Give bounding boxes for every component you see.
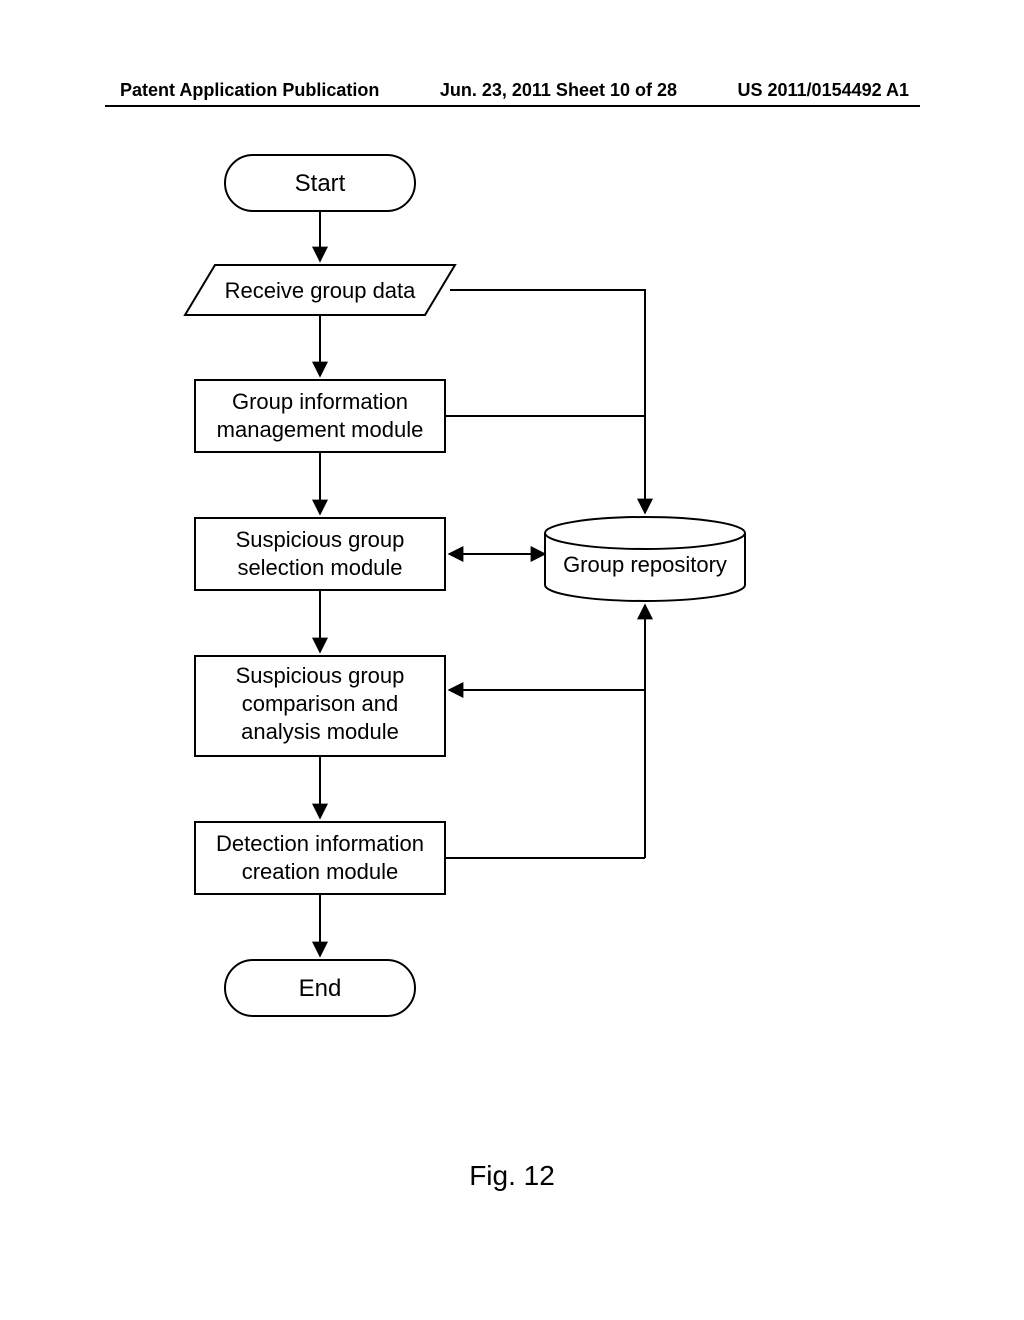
start-terminator: Start bbox=[225, 155, 415, 211]
sgca-line1: Suspicious group bbox=[236, 663, 405, 688]
receive-data-io: Receive group data bbox=[185, 265, 455, 315]
header-center: Jun. 23, 2011 Sheet 10 of 28 bbox=[440, 80, 677, 101]
gim-line2: management module bbox=[217, 417, 424, 442]
dic-line1: Detection information bbox=[216, 831, 424, 856]
sgca-line3: analysis module bbox=[241, 719, 399, 744]
figure-caption: Fig. 12 bbox=[0, 1160, 1024, 1192]
susp-group-select-box: Suspicious group selection module bbox=[195, 518, 445, 590]
page-header: Patent Application Publication Jun. 23, … bbox=[0, 80, 1024, 101]
susp-group-compare-box: Suspicious group comparison and analysis… bbox=[195, 656, 445, 756]
group-info-mgmt-box: Group information management module bbox=[195, 380, 445, 452]
repo-label: Group repository bbox=[563, 552, 727, 577]
end-terminator: End bbox=[225, 960, 415, 1016]
dic-line2: creation module bbox=[242, 859, 399, 884]
start-label: Start bbox=[295, 170, 346, 197]
receive-label: Receive group data bbox=[225, 278, 417, 303]
header-right: US 2011/0154492 A1 bbox=[738, 80, 909, 101]
conn-receive-to-repo bbox=[450, 290, 645, 513]
group-repository-db: Group repository bbox=[545, 517, 745, 601]
header-left: Patent Application Publication bbox=[120, 80, 379, 101]
header-rule bbox=[105, 105, 920, 107]
end-label: End bbox=[299, 975, 342, 1002]
detection-info-box: Detection information creation module bbox=[195, 822, 445, 894]
page: Patent Application Publication Jun. 23, … bbox=[0, 0, 1024, 1320]
sgs-line2: selection module bbox=[237, 555, 402, 580]
sgs-line1: Suspicious group bbox=[236, 527, 405, 552]
flowchart-diagram: Start Receive group data Group informati… bbox=[0, 130, 1024, 1130]
gim-line1: Group information bbox=[232, 389, 408, 414]
sgca-line2: comparison and bbox=[242, 691, 399, 716]
